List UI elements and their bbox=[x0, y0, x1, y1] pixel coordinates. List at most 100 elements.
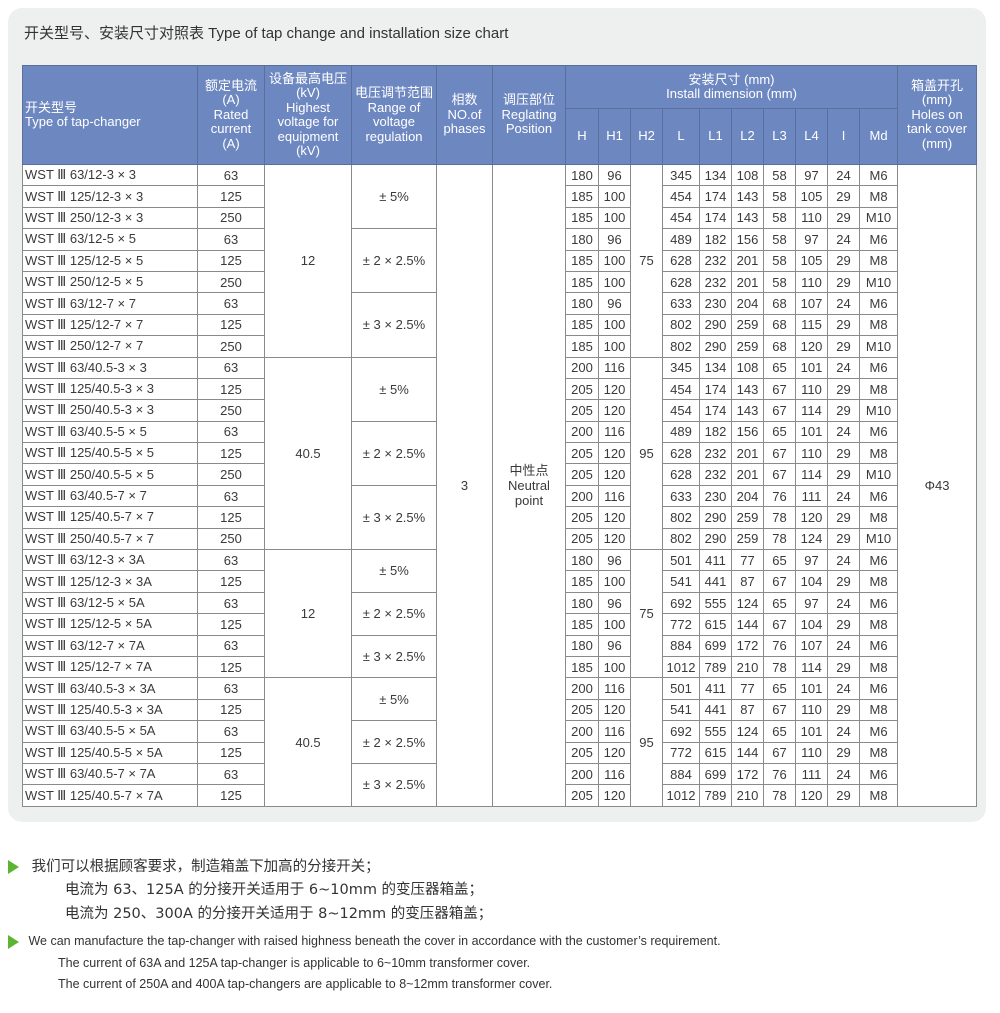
cell-h1: 120 bbox=[598, 377, 631, 401]
header-range-line: 电压调节范围 bbox=[354, 85, 433, 100]
cell-h1: 100 bbox=[598, 206, 631, 230]
cell-rated-current: 250 bbox=[197, 463, 265, 486]
cell-l2: 156 bbox=[731, 420, 764, 444]
cell-l4: 101 bbox=[795, 356, 828, 379]
cell-md: M8 bbox=[858, 613, 899, 636]
cell-md: M10 bbox=[858, 206, 899, 230]
cell-h: 180 bbox=[565, 549, 599, 572]
cell-rated-current: 63 bbox=[197, 292, 265, 315]
cell-l: 692 bbox=[662, 720, 700, 743]
cell-h: 180 bbox=[565, 634, 599, 657]
cell-h1: 116 bbox=[598, 484, 631, 508]
cell-md: M8 bbox=[858, 570, 899, 593]
cell-l3: 65 bbox=[763, 420, 796, 444]
cell-l2: 143 bbox=[731, 206, 764, 230]
header-holes-line: tank cover bbox=[907, 121, 968, 137]
cell-h1: 120 bbox=[598, 463, 631, 486]
cell-l: 633 bbox=[662, 292, 700, 315]
header-col-l: L bbox=[662, 108, 700, 165]
header-phases: 相数 NO.of phases bbox=[436, 65, 493, 165]
cell-i: 29 bbox=[827, 313, 860, 337]
cell-i: 29 bbox=[827, 463, 860, 486]
cell-l2: 259 bbox=[731, 313, 764, 337]
cell-l4: 111 bbox=[795, 762, 828, 786]
cell-l3: 67 bbox=[763, 442, 796, 465]
cell-h: 185 bbox=[565, 613, 599, 636]
header-phases-line: phases bbox=[443, 121, 486, 137]
cell-rated-current: 63 bbox=[197, 356, 265, 379]
cell-model: WST Ⅲ 125/12-5 × 5 bbox=[22, 249, 198, 272]
cell-h: 205 bbox=[565, 442, 599, 465]
note-cn-text: 我们可以根据顾客要求，制造箱盖下加高的分接开关； bbox=[31, 859, 380, 875]
cell-md: M8 bbox=[858, 698, 899, 722]
cell-model: WST Ⅲ 125/12-3 × 3A bbox=[22, 570, 198, 593]
cell-l: 772 bbox=[662, 741, 700, 764]
cell-md: M10 bbox=[858, 527, 899, 551]
cell-h1: 120 bbox=[598, 784, 631, 807]
cell-i: 29 bbox=[827, 377, 860, 401]
cell-l: 454 bbox=[662, 399, 700, 422]
header-holes-line: 箱盖开孔 bbox=[911, 77, 964, 93]
cell-h: 205 bbox=[565, 698, 599, 722]
cell-i: 29 bbox=[827, 335, 860, 358]
cell-l4: 120 bbox=[795, 784, 828, 807]
cell-h: 185 bbox=[565, 270, 599, 294]
cell-i: 24 bbox=[827, 356, 860, 379]
cell-model: WST Ⅲ 63/12-5 × 5 bbox=[22, 228, 198, 251]
cell-l1: 134 bbox=[699, 356, 732, 379]
cell-rated-current: 250 bbox=[197, 335, 265, 358]
cell-md: M10 bbox=[858, 270, 899, 294]
cell-l1: 134 bbox=[699, 163, 732, 187]
cell-phases: 3 bbox=[436, 164, 493, 807]
cell-h1: 96 bbox=[598, 292, 631, 315]
cell-i: 24 bbox=[827, 549, 860, 572]
cell-l: 345 bbox=[662, 163, 700, 187]
cell-h: 200 bbox=[565, 356, 599, 379]
cell-l: 802 bbox=[662, 506, 700, 529]
size-chart-table: 开关型号 Type of tap-changer 额定电流 (A) Rated … bbox=[22, 65, 978, 807]
cell-i: 29 bbox=[827, 206, 860, 230]
cell-l: 541 bbox=[662, 570, 700, 593]
cell-rated-current: 125 bbox=[197, 506, 265, 529]
cell-l2: 210 bbox=[731, 784, 764, 807]
cell-l2: 201 bbox=[731, 463, 764, 486]
cell-h1: 96 bbox=[598, 549, 631, 572]
cell-l1: 174 bbox=[699, 185, 732, 208]
cell-rated-current: 250 bbox=[197, 527, 265, 551]
cell-md: M6 bbox=[858, 677, 899, 700]
cell-l2: 201 bbox=[731, 249, 764, 272]
cell-h: 180 bbox=[565, 591, 599, 615]
cell-rated-current: 125 bbox=[197, 570, 265, 593]
cell-md: M10 bbox=[858, 463, 899, 486]
cell-h: 205 bbox=[565, 784, 599, 807]
cell-i: 29 bbox=[827, 613, 860, 636]
cell-l1: 230 bbox=[699, 484, 732, 508]
cell-l: 802 bbox=[662, 313, 700, 337]
cell-l2: 77 bbox=[731, 677, 764, 700]
cell-l1: 411 bbox=[699, 677, 732, 700]
cell-l4: 105 bbox=[795, 249, 828, 272]
header-holes-on-cover: 箱盖开孔 (mm) Holes on tank cover (mm) bbox=[897, 65, 978, 165]
cell-l4: 104 bbox=[795, 570, 828, 593]
cell-l3: 65 bbox=[763, 549, 796, 572]
cell-h: 205 bbox=[565, 741, 599, 764]
cell-l2: 201 bbox=[731, 442, 764, 465]
cell-h1: 120 bbox=[598, 527, 631, 551]
cell-l2: 259 bbox=[731, 335, 764, 358]
cell-model: WST Ⅲ 250/40.5-5 × 5 bbox=[22, 463, 198, 486]
cell-l2: 77 bbox=[731, 549, 764, 572]
cell-l3: 76 bbox=[763, 634, 796, 657]
cell-h1: 100 bbox=[598, 655, 631, 679]
cell-model: WST Ⅲ 125/12-7 × 7 bbox=[22, 313, 198, 337]
cell-l3: 58 bbox=[763, 270, 796, 294]
cell-l4: 120 bbox=[795, 506, 828, 529]
cell-h1: 100 bbox=[598, 335, 631, 358]
cell-md: M10 bbox=[858, 335, 899, 358]
cell-rated-current: 63 bbox=[197, 484, 265, 508]
cell-h: 185 bbox=[565, 249, 599, 272]
cell-h: 185 bbox=[565, 185, 599, 208]
cell-l1: 232 bbox=[699, 270, 732, 294]
cell-l: 802 bbox=[662, 335, 700, 358]
cell-rated-current: 63 bbox=[197, 677, 265, 700]
cell-l2: 87 bbox=[731, 698, 764, 722]
